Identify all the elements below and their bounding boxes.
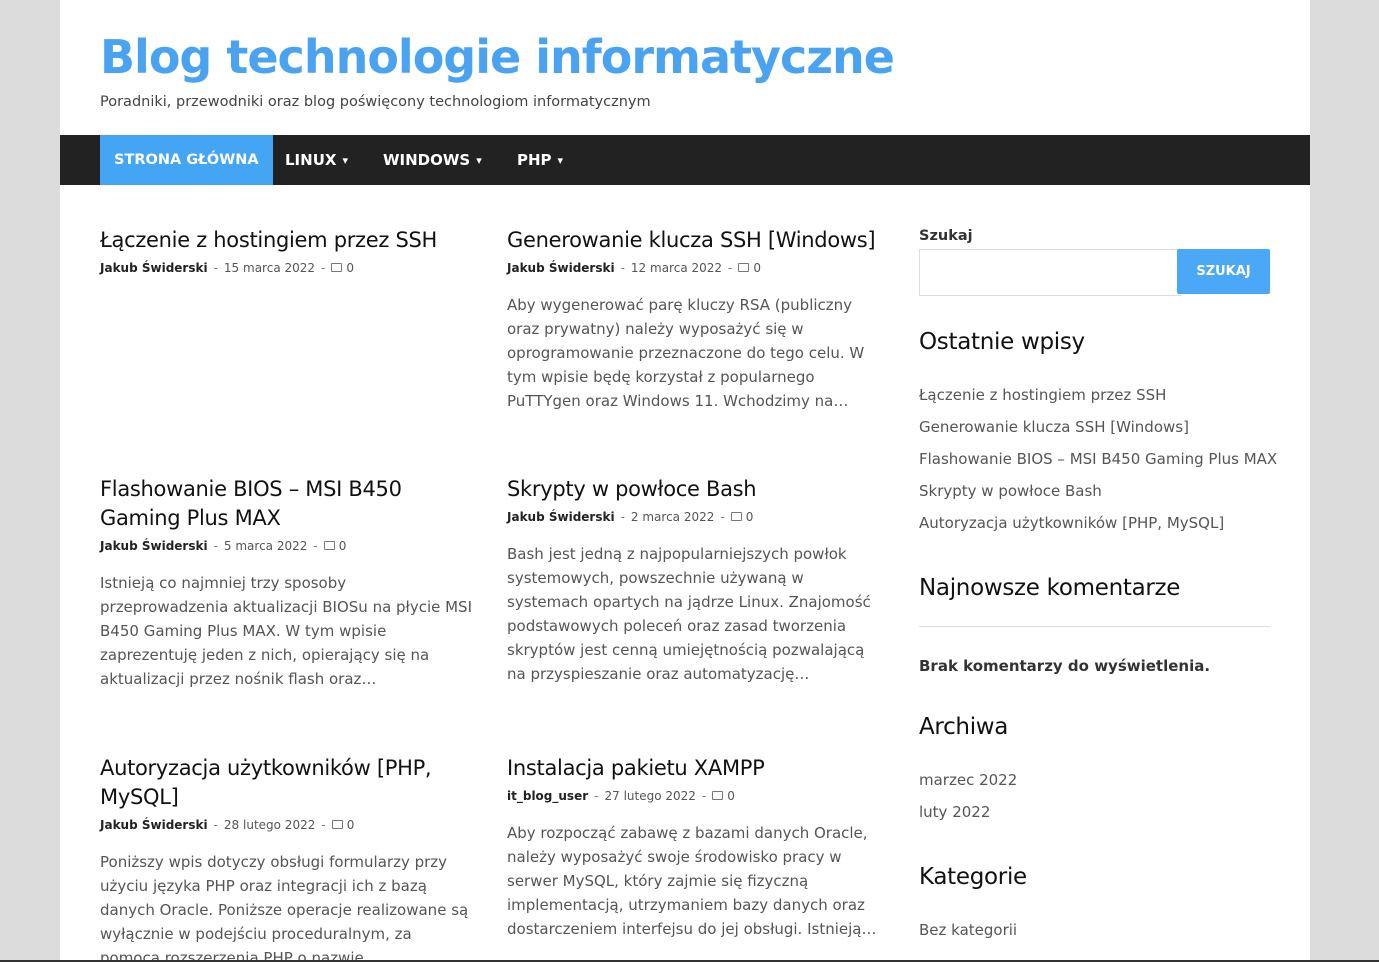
comment-icon [730,512,742,521]
post-date[interactable]: 2 marca 2022 [631,510,714,524]
site-title[interactable]: Blog technologie informatyczne [100,30,895,84]
meta-separator: - [720,510,725,524]
meta-separator: - [728,261,733,275]
post-meta: Jakub Świderski -15 marca 2022-0 [100,261,475,275]
post-meta: it_blog_user -27 lutego 2022-0 [507,789,882,803]
post-date[interactable]: 15 marca 2022 [224,261,315,275]
nav-item-linux[interactable]: Linux ▾ [270,135,363,185]
post-meta: Jakub Świderski -2 marca 2022-0 [507,510,882,524]
post-title[interactable]: Skrypty w powłoce Bash [507,475,882,504]
recent-comments-title: Najnowsze komentarze [919,575,1181,601]
comment-count[interactable]: 0 [346,261,354,275]
post-title[interactable]: Instalacja pakietu XAMPP [507,754,882,783]
recent-posts-title: Ostatnie wpisy [919,329,1085,355]
post-card: Autoryzacja użytkowników [PHP, MySQL] Ja… [100,754,475,962]
nav-item-label: Windows [383,151,471,169]
meta-separator: - [594,789,599,803]
post-excerpt: Aby wygenerować parę kluczy RSA (publicz… [507,296,865,410]
nav-item-home[interactable]: Strona główna [100,135,273,185]
post-excerpt: Poniższy wpis dotyczy obsługi formularzy… [100,853,469,962]
comment-icon [331,820,343,829]
chevron-down-icon: ▾ [557,154,564,167]
comment-icon [738,263,750,272]
meta-separator: - [321,818,326,832]
categories-title: Kategorie [919,864,1027,890]
post-author[interactable]: Jakub Świderski [100,539,208,553]
meta-separator: - [321,261,326,275]
meta-separator: - [213,539,218,553]
comment-icon [331,263,343,272]
no-comments-text: Brak komentarzy do wyświetlenia. [919,657,1211,675]
post-date[interactable]: 27 lutego 2022 [604,789,695,803]
post-excerpt: Aby rozpocząć zabawę z bazami danych Ora… [507,824,877,938]
nav-item-windows[interactable]: Windows ▾ [368,135,497,185]
search-label: Szukaj [919,228,973,244]
meta-separator: - [213,818,218,832]
archives-title: Archiwa [919,714,1009,740]
comment-count[interactable]: 0 [746,510,754,524]
search-button[interactable]: SZUKAJ [1177,249,1270,294]
post-author[interactable]: Jakub Świderski [507,261,615,275]
comment-icon [712,791,724,800]
meta-separator: - [701,789,707,803]
post-card: Skrypty w powłoce Bash Jakub Świderski -2… [507,475,882,686]
archive-link[interactable]: marzec 2022 [919,771,1017,789]
meta-separator: - [313,539,318,553]
post-excerpt: Bash jest jedną z najpopularniejszych po… [507,545,871,683]
meta-separator: - [213,261,218,275]
post-date[interactable]: 5 marca 2022 [224,539,307,553]
post-author[interactable]: it_blog_user [507,789,588,803]
meta-separator: - [620,261,625,275]
post-author[interactable]: Jakub Świderski [507,510,615,524]
post-card: Łączenie z hostingiem przez SSH Jakub Św… [100,226,475,275]
divider [919,626,1270,627]
post-meta: Jakub Świderski -28 lutego 2022-0 [100,818,475,832]
archive-link[interactable]: luty 2022 [919,803,990,821]
post-author[interactable]: Jakub Świderski [100,818,208,832]
post-date[interactable]: 28 lutego 2022 [224,818,315,832]
chevron-down-icon: ▾ [476,154,482,167]
comment-count[interactable]: 0 [753,261,761,275]
comment-count[interactable]: 0 [727,789,735,803]
post-meta: Jakub Świderski -5 marca 2022-0 [100,539,475,553]
search-input[interactable] [919,249,1181,296]
nav-item-label: PHP [517,151,552,169]
category-link[interactable]: Bez kategorii [919,921,1017,939]
recent-post-link[interactable]: Łączenie z hostingiem przez SSH [919,386,1166,404]
comment-icon [323,541,335,550]
comment-count[interactable]: 0 [347,818,355,832]
post-card: Generowanie klucza SSH [Windows] Jakub Ś… [507,226,882,413]
post-excerpt: Istnieją co najmniej trzy sposoby przepr… [100,574,472,688]
nav-item-php[interactable]: PHP ▾ [502,135,578,185]
comment-count[interactable]: 0 [339,539,347,553]
post-title[interactable]: Łączenie z hostingiem przez SSH [100,226,475,255]
meta-separator: - [620,510,625,524]
nav-item-label: Linux [285,151,337,169]
post-card: Flashowanie BIOS – MSI B450 Gaming Plus … [100,475,475,691]
nav-item-label: Strona główna [114,152,259,168]
post-title[interactable]: Autoryzacja użytkowników [PHP, MySQL] [100,754,475,812]
recent-post-link[interactable]: Autoryzacja użytkowników [PHP, MySQL] [919,514,1224,532]
post-date[interactable]: 12 marca 2022 [631,261,722,275]
post-title[interactable]: Generowanie klucza SSH [Windows] [507,226,882,255]
recent-post-link[interactable]: Skrypty w powłoce Bash [919,482,1102,500]
main-navigation: Strona główna Linux ▾ Windows ▾ PHP ▾ [60,135,1310,185]
chevron-down-icon: ▾ [342,154,348,167]
post-title[interactable]: Flashowanie BIOS – MSI B450 Gaming Plus … [100,475,475,533]
recent-post-link[interactable]: Generowanie klucza SSH [Windows] [919,418,1189,436]
site-description: Poradniki, przewodniki oraz blog poświęc… [100,94,651,110]
recent-post-link[interactable]: Flashowanie BIOS – MSI B450 Gaming Plus … [919,450,1277,468]
post-card: Instalacja pakietu XAMPP it_blog_user -27… [507,754,882,941]
page: Blog technologie informatyczne Poradniki… [60,0,1310,962]
post-author[interactable]: Jakub Świderski [100,261,208,275]
post-meta: Jakub Świderski -12 marca 2022-0 [507,261,882,275]
